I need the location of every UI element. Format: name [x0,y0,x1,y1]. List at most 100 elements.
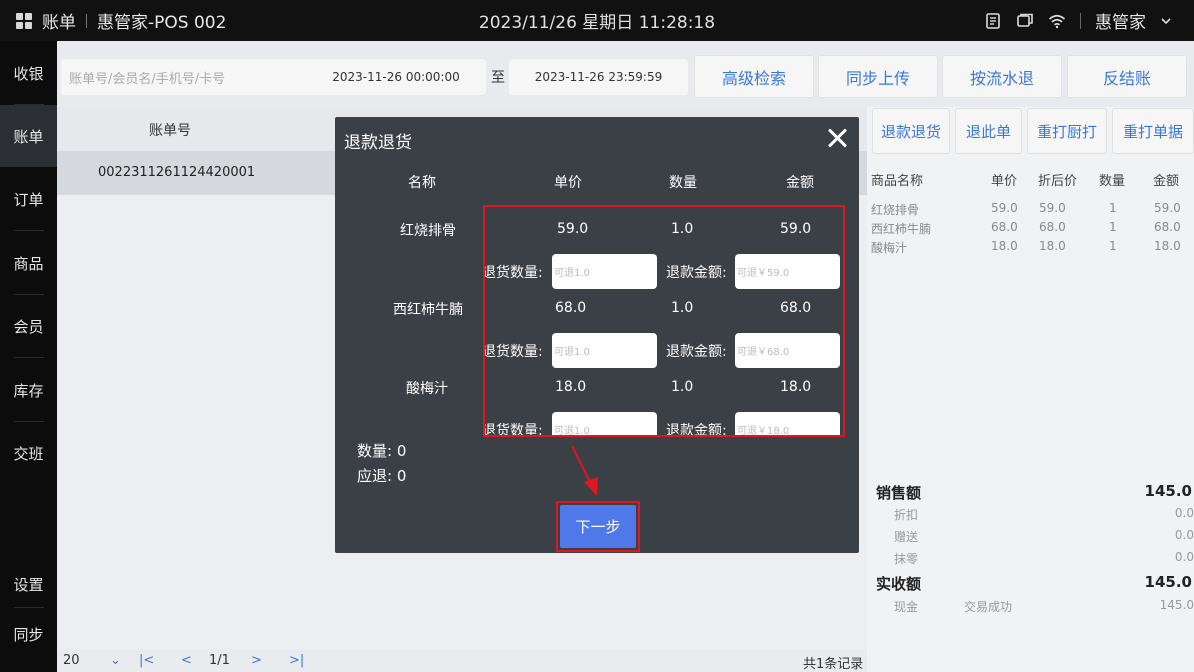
sidebar-item-shift[interactable]: 交班 [0,422,57,484]
sidebar: 收银 账单 订单 商品 会员 库存 交班 设置 同步 [0,41,57,672]
discount-value: 0.0 [1174,506,1194,520]
item-qty: 1.0 [671,221,694,237]
item-name: 红烧排骨 [400,223,456,239]
sidebar-item-label: 同步 [13,625,44,644]
return-qty-input[interactable]: 可退1.0 [552,333,657,368]
prev-page-icon[interactable]: < [181,653,192,668]
sidebar-item-label: 交班 [13,444,44,463]
column-header: 名称 [408,175,436,191]
sidebar-item-inventory[interactable]: 库存 [0,359,57,421]
count-label: 数量: 0 [357,442,407,460]
dialog-title: 退款退货 [344,133,412,153]
refund-amount-label: 退款金额: [666,344,727,360]
window-icon[interactable] [1016,12,1034,30]
refund-amount-input[interactable]: 可退￥59.0 [735,254,840,289]
next-step-button[interactable]: 下一步 [560,505,636,548]
sidebar-item-bills[interactable]: 账单 [0,105,57,167]
return-qty-label: 退货数量: [483,265,543,281]
reverse-checkout-button[interactable]: 反结账 [1067,55,1187,98]
first-page-icon[interactable]: |< [139,653,154,668]
sidebar-item-label: 账单 [13,127,44,146]
end-date-field[interactable]: 2023-11-26 23:59:59 [509,59,688,95]
column-header-bill-no: 账单号 [149,123,191,139]
sidebar-item-label: 商品 [13,254,44,273]
column-header: 单价 [991,174,1018,189]
column-header: 单价 [554,175,582,191]
chevron-down-icon[interactable]: ⌄ [110,653,121,668]
sidebar-item-sync[interactable]: 同步 [0,603,57,665]
sidebar-item-members[interactable]: 会员 [0,295,57,357]
paid-value: 145.0 [1144,573,1192,591]
wifi-icon [1048,12,1066,30]
start-date-field[interactable]: 2023-11-26 00:00:00 [306,59,486,95]
column-header: 金额 [786,175,814,191]
close-icon[interactable] [825,126,849,150]
sales-value: 145.0 [1144,482,1192,500]
return-qty-input[interactable]: 可退1.0 [552,412,657,435]
top-bar: 账单 惠管家-POS 002 2023/11/26 星期日 11:28:18 惠… [0,0,1194,41]
sidebar-item-cashier[interactable]: 收银 [0,42,57,104]
store-name: 惠管家-POS 002 [97,13,227,33]
item-price: 18.0 [555,379,587,395]
gift-value: 0.0 [1174,528,1194,542]
highlight-box: 下一步 [556,501,640,552]
receipt-icon[interactable] [984,12,1002,30]
page-size-select[interactable]: 20 [63,653,80,668]
next-page-icon[interactable]: > [251,653,262,668]
sidebar-item-label: 设置 [13,575,44,594]
divider [86,13,87,28]
column-header: 金额 [1153,174,1180,189]
last-page-icon[interactable]: >| [289,653,304,668]
pay-status: 交易成功 [964,600,1013,614]
refund-order-button[interactable]: 退此单 [955,108,1022,154]
return-qty-input[interactable]: 可退1.0 [552,254,657,289]
reprint-kitchen-button[interactable]: 重打厨打 [1027,108,1107,154]
sidebar-item-label: 库存 [13,381,44,400]
item-amount: 59.0 [780,221,812,237]
divider [14,357,44,358]
item-qty: 1.0 [671,300,694,316]
filter-bar: 账单号/会员名/手机号/卡号 查询 2023-11-26 00:00:00 至 … [57,41,1194,107]
wipe-value: 0.0 [1174,550,1194,564]
item-price: 59.0 [557,221,589,237]
section-title: 账单 [42,13,76,33]
bill-detail-panel: 退款退货 退此单 重打厨打 重打单据 商品名称 单价 折后价 数量 金额 红烧排… [867,107,1194,672]
chevron-down-icon[interactable] [1160,12,1172,30]
refund-amount-input[interactable]: 可退￥68.0 [735,333,840,368]
refund-by-serial-button[interactable]: 按流水退 [942,55,1062,98]
user-name[interactable]: 惠管家 [1095,8,1146,33]
item-amount: 68.0 [780,300,812,316]
column-header: 数量 [1099,174,1126,189]
divider [1080,12,1081,29]
wipe-label: 抹零 [894,552,919,566]
return-qty-label: 退货数量: [483,344,543,360]
reprint-receipt-button[interactable]: 重打单据 [1112,108,1194,154]
divider [14,230,44,231]
column-header: 折后价 [1038,174,1078,189]
sidebar-item-label: 订单 [13,190,44,209]
search-placeholder: 账单号/会员名/手机号/卡号 [69,71,226,87]
column-header: 商品名称 [871,174,924,189]
item-qty: 1.0 [671,379,694,395]
item-name: 西红柿牛腩 [393,302,463,318]
paid-label: 实收额 [876,575,922,593]
bill-number: 0022311261124420001 [98,165,256,180]
total-records: 共1条记录 [803,657,864,672]
sales-label: 销售额 [876,484,922,502]
refund-return-button[interactable]: 退款退货 [872,108,950,154]
item-price: 68.0 [555,300,587,316]
discount-label: 折扣 [894,508,919,522]
sidebar-item-products[interactable]: 商品 [0,232,57,294]
advanced-search-button[interactable]: 高级检索 [694,55,814,98]
pay-method: 现金 [894,600,919,614]
sidebar-item-label: 收银 [13,64,44,83]
sidebar-item-orders[interactable]: 订单 [0,168,57,230]
app-root: 账单 惠管家-POS 002 2023/11/26 星期日 11:28:18 惠… [0,0,1194,672]
refund-amount-input[interactable]: 可退￥18.0 [735,412,840,435]
item-amount: 18.0 [780,379,812,395]
pay-amount: 145.0 [1159,598,1194,612]
grid-icon[interactable] [16,12,32,29]
sync-upload-button[interactable]: 同步上传 [818,55,938,98]
refund-items-scroll-area[interactable]: 59.0 1.0 59.0 退货数量: 可退1.0 退款金额: 可退￥59.0 … [483,205,845,437]
gift-label: 赠送 [894,530,919,544]
